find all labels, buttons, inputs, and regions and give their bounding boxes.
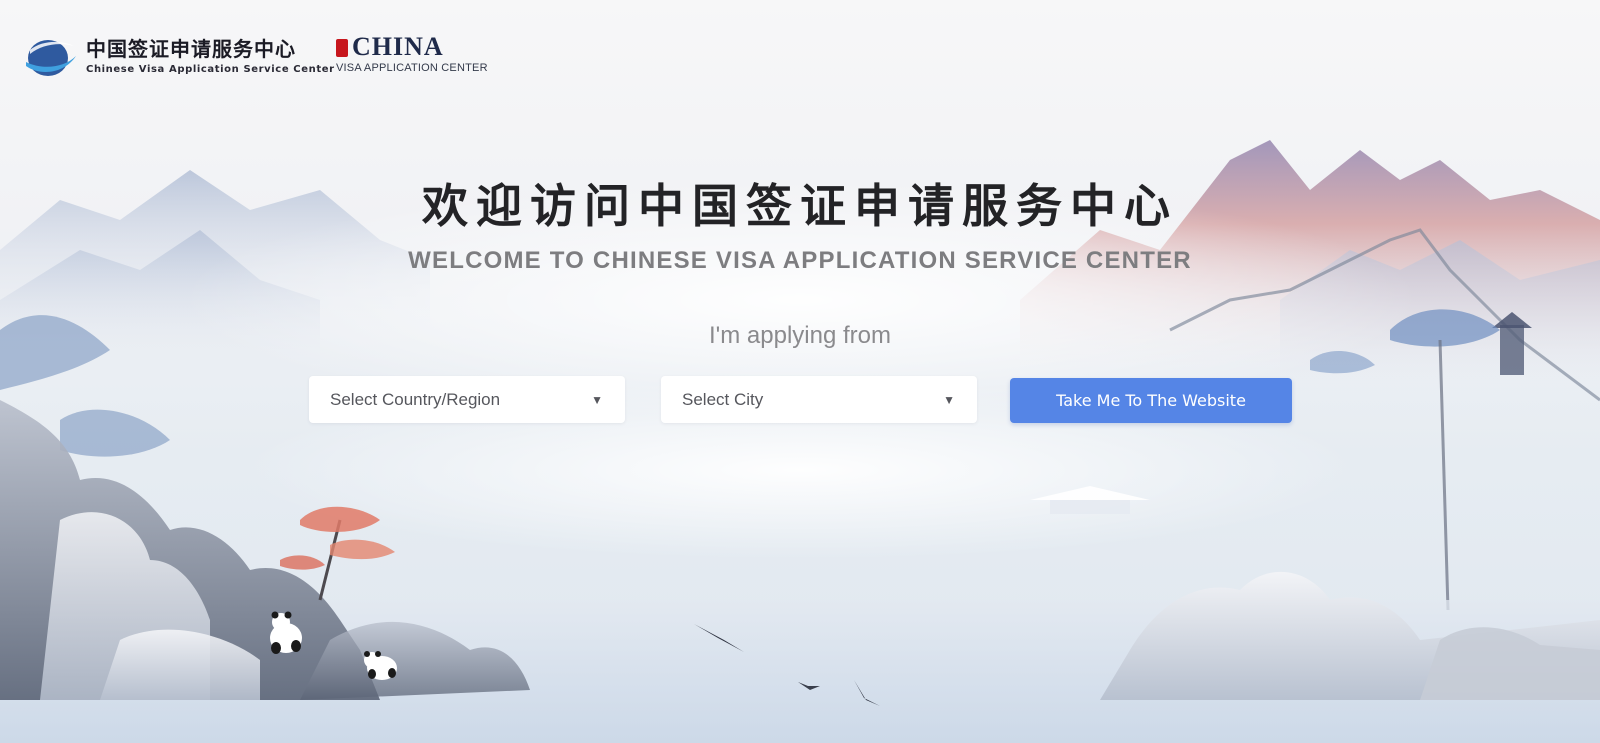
city-select-label: Select City — [682, 389, 764, 409]
applying-from-label: I'm applying from — [709, 322, 891, 349]
country-select-label: Select Country/Region — [330, 389, 501, 409]
caret-down-icon: ▼ — [943, 392, 955, 407]
landscape-background — [0, 140, 1600, 743]
country-region-select[interactable]: Select Country/Region ▼ — [309, 376, 625, 423]
swoosh-logo-icon — [26, 40, 76, 76]
china-visa-logo[interactable]: CHINA VISA APPLICATION CENTER — [336, 33, 488, 74]
cvasc-logo[interactable]: 中国签证申请服务中心 Chinese Visa Application Serv… — [24, 34, 335, 78]
china-logo-word: CHINA — [352, 32, 444, 61]
city-select[interactable]: Select City ▼ — [661, 376, 977, 423]
welcome-title-cn: 欢迎访问中国签证申请服务中心 — [422, 179, 1178, 233]
china-logo-subtitle: VISA APPLICATION CENTER — [336, 62, 488, 74]
logo-title-en: Chinese Visa Application Service Center — [86, 64, 335, 75]
red-seal-icon — [336, 39, 348, 57]
caret-down-icon: ▼ — [591, 392, 603, 407]
logo-title-cn: 中国签证申请服务中心 — [86, 37, 296, 61]
welcome-title-en: WELCOME TO CHINESE VISA APPLICATION SERV… — [408, 247, 1192, 274]
take-me-to-website-button[interactable]: Take Me To The Website — [1010, 378, 1292, 423]
